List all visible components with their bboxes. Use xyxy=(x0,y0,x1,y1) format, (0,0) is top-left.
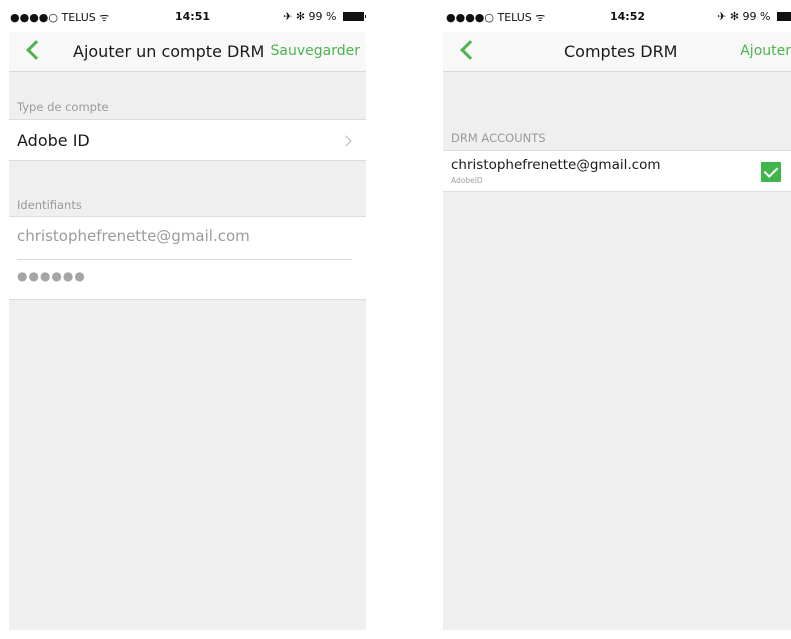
status-bar: ●●●●○ TELUS ᯤ 14:51 ✈ ✻ 99 % xyxy=(9,0,366,32)
status-right: ✈ ✻ 99 % xyxy=(717,10,791,23)
navigation-bar: Ajouter un compte DRM Sauvegarder xyxy=(9,32,366,72)
password-field[interactable]: ●●●●●● xyxy=(17,269,86,283)
account-type-value: Adobe ID xyxy=(17,131,90,150)
battery-icon xyxy=(343,12,366,21)
credentials-group: christophefrenette@gmail.com ●●●●●● xyxy=(9,216,366,300)
navigation-bar: Comptes DRM Ajouter xyxy=(443,32,791,72)
status-bar: ●●●●○ TELUS ᯤ 14:52 ✈ ✻ 99 % xyxy=(443,0,791,32)
save-button[interactable]: Sauvegarder xyxy=(271,43,360,59)
clock: 14:51 xyxy=(175,10,211,23)
account-type-row[interactable]: Adobe ID xyxy=(9,119,366,161)
page-title: Ajouter un compte DRM xyxy=(73,42,265,61)
battery-percent: 99 % xyxy=(742,10,771,23)
wifi-icon: ᯤ xyxy=(535,11,546,24)
clock: 14:52 xyxy=(610,10,646,23)
battery-percent: 99 % xyxy=(308,10,337,23)
field-divider xyxy=(17,259,352,260)
account-email: christophefrenette@gmail.com xyxy=(451,157,661,173)
email-field[interactable]: christophefrenette@gmail.com xyxy=(17,227,250,245)
add-drm-account-screen: ●●●●○ TELUS ᯤ 14:51 ✈ ✻ 99 % Ajouter un … xyxy=(9,0,366,630)
list-item[interactable]: christophefrenette@gmail.com AdobeID xyxy=(443,150,791,192)
carrier-text: ●●●●○ TELUS xyxy=(446,11,532,24)
account-type: AdobeID xyxy=(451,176,483,185)
carrier-label: ●●●●○ TELUS ᯤ xyxy=(446,10,545,25)
account-type-section-label: Type de compte xyxy=(17,100,109,114)
checkmark-icon[interactable] xyxy=(761,162,781,182)
location-bluetooth-icon: ✈ ✻ xyxy=(717,10,740,23)
location-bluetooth-icon: ✈ ✻ xyxy=(283,10,306,23)
page-title: Comptes DRM xyxy=(564,42,678,61)
battery-icon xyxy=(777,12,791,21)
chevron-right-icon xyxy=(340,135,352,147)
drm-accounts-section-label: DRM ACCOUNTS xyxy=(451,131,546,145)
back-chevron-icon[interactable] xyxy=(26,40,46,60)
credentials-section-label: Identifiants xyxy=(17,198,82,212)
back-chevron-icon[interactable] xyxy=(460,40,480,60)
add-account-button[interactable]: Ajouter xyxy=(740,43,791,59)
carrier-text: ●●●●○ TELUS xyxy=(10,11,96,24)
wifi-icon: ᯤ xyxy=(99,11,110,24)
carrier-label: ●●●●○ TELUS ᯤ xyxy=(10,10,109,25)
drm-accounts-screen: ●●●●○ TELUS ᯤ 14:52 ✈ ✻ 99 % Comptes DRM… xyxy=(443,0,791,630)
status-right: ✈ ✻ 99 % xyxy=(283,10,366,23)
